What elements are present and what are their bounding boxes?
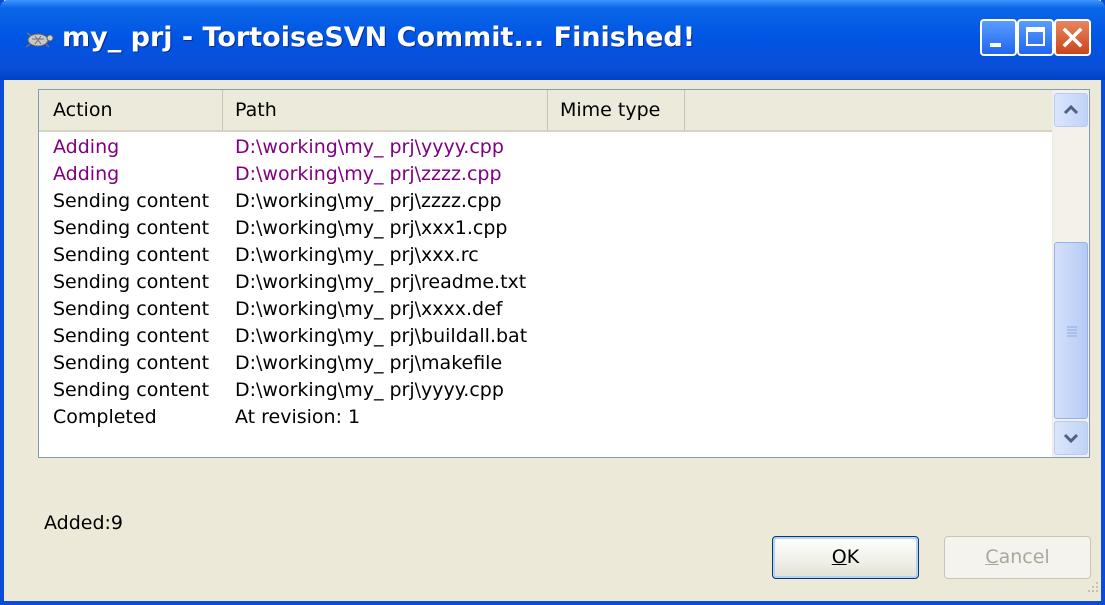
ok-label-rest: K	[846, 546, 860, 568]
maximize-icon	[1026, 27, 1045, 46]
vertical-scrollbar[interactable]	[1052, 90, 1089, 457]
row-path: D:\working\my_ prj\zzzz.cpp	[235, 163, 502, 185]
row-path: D:\working\my_ prj\readme.txt	[235, 271, 527, 293]
row-path: D:\working\my_ prj\yyyy.cpp	[235, 379, 504, 401]
column-header-action[interactable]: Action	[39, 90, 223, 130]
row-action: Adding	[53, 163, 120, 185]
row-path: D:\working\my_ prj\yyyy.cpp	[235, 136, 504, 158]
close-button[interactable]	[1054, 19, 1091, 56]
cancel-label-rest: ancel	[998, 546, 1050, 568]
list-row[interactable]: Completed At revision: 1	[39, 404, 1052, 431]
row-action: Sending content	[53, 190, 210, 212]
row-path: D:\working\my_ prj\buildall.bat	[235, 325, 528, 347]
row-action: Sending content	[53, 217, 210, 239]
list-row[interactable]: Sending content D:\working\my_ prj\yyyy.…	[39, 377, 1052, 404]
row-path: D:\working\my_ prj\makefile	[235, 352, 503, 374]
list-row[interactable]: Adding D:\working\my_ prj\yyyy.cpp	[39, 134, 1052, 161]
row-path: D:\working\my_ prj\xxx1.cpp	[235, 217, 508, 239]
list-row[interactable]: Sending content D:\working\my_ prj\build…	[39, 323, 1052, 350]
resize-grip-icon[interactable]	[1081, 577, 1101, 597]
ok-accel: O	[831, 546, 847, 568]
commit-dialog: my_ prj - TortoiseSVN Commit... Finished…	[0, 0, 1105, 605]
close-icon	[1062, 27, 1083, 48]
column-header-mime-type[interactable]: Mime type	[548, 90, 685, 130]
title-bar[interactable]: my_ prj - TortoiseSVN Commit... Finished…	[0, 0, 1105, 80]
cancel-button[interactable]: Cancel	[944, 536, 1091, 579]
scroll-up-button[interactable]	[1054, 93, 1088, 127]
ok-button[interactable]: OK	[772, 536, 919, 579]
window-title: my_ prj - TortoiseSVN Commit... Finished…	[62, 22, 696, 53]
row-action: Sending content	[53, 325, 210, 347]
row-path: At revision: 1	[235, 406, 361, 428]
grip-icon	[1067, 326, 1077, 337]
list-header: Action Path Mime type	[39, 90, 1052, 132]
row-path: D:\working\my_ prj\xxxx.def	[235, 298, 503, 320]
list-row[interactable]: Sending content D:\working\my_ prj\makef…	[39, 350, 1052, 377]
list-row[interactable]: Sending content D:\working\my_ prj\zzzz.…	[39, 188, 1052, 215]
minimize-button[interactable]	[980, 19, 1017, 56]
scroll-thumb[interactable]	[1054, 242, 1088, 419]
row-action: Completed	[53, 406, 157, 428]
list-rows: Adding D:\working\my_ prj\yyyy.cpp Addin…	[39, 134, 1052, 431]
row-action: Sending content	[53, 352, 210, 374]
list-row[interactable]: Sending content D:\working\my_ prj\xxxx.…	[39, 296, 1052, 323]
list-row[interactable]: Sending content D:\working\my_ prj\xxx1.…	[39, 215, 1052, 242]
row-action: Sending content	[53, 271, 210, 293]
chevron-up-icon	[1063, 104, 1079, 115]
summary-label: Added:9	[44, 512, 124, 534]
chevron-down-icon	[1063, 433, 1079, 444]
row-path: D:\working\my_ prj\zzzz.cpp	[235, 190, 502, 212]
row-path: D:\working\my_ prj\xxx.rc	[235, 244, 479, 266]
list-row[interactable]: Sending content D:\working\my_ prj\readm…	[39, 269, 1052, 296]
row-action: Sending content	[53, 379, 210, 401]
column-header-path[interactable]: Path	[223, 90, 548, 130]
list-row[interactable]: Sending content D:\working\my_ prj\xxx.r…	[39, 242, 1052, 269]
list-row[interactable]: Adding D:\working\my_ prj\zzzz.cpp	[39, 161, 1052, 188]
scroll-down-button[interactable]	[1054, 421, 1088, 455]
minimize-icon	[990, 43, 1001, 47]
results-list[interactable]: Action Path Mime type Adding D:\working\…	[38, 89, 1090, 458]
maximize-button[interactable]	[1017, 19, 1054, 56]
cancel-accel: C	[985, 546, 999, 568]
row-action: Sending content	[53, 298, 210, 320]
row-action: Adding	[53, 136, 120, 158]
row-action: Sending content	[53, 244, 210, 266]
tortoisesvn-icon	[25, 32, 54, 48]
